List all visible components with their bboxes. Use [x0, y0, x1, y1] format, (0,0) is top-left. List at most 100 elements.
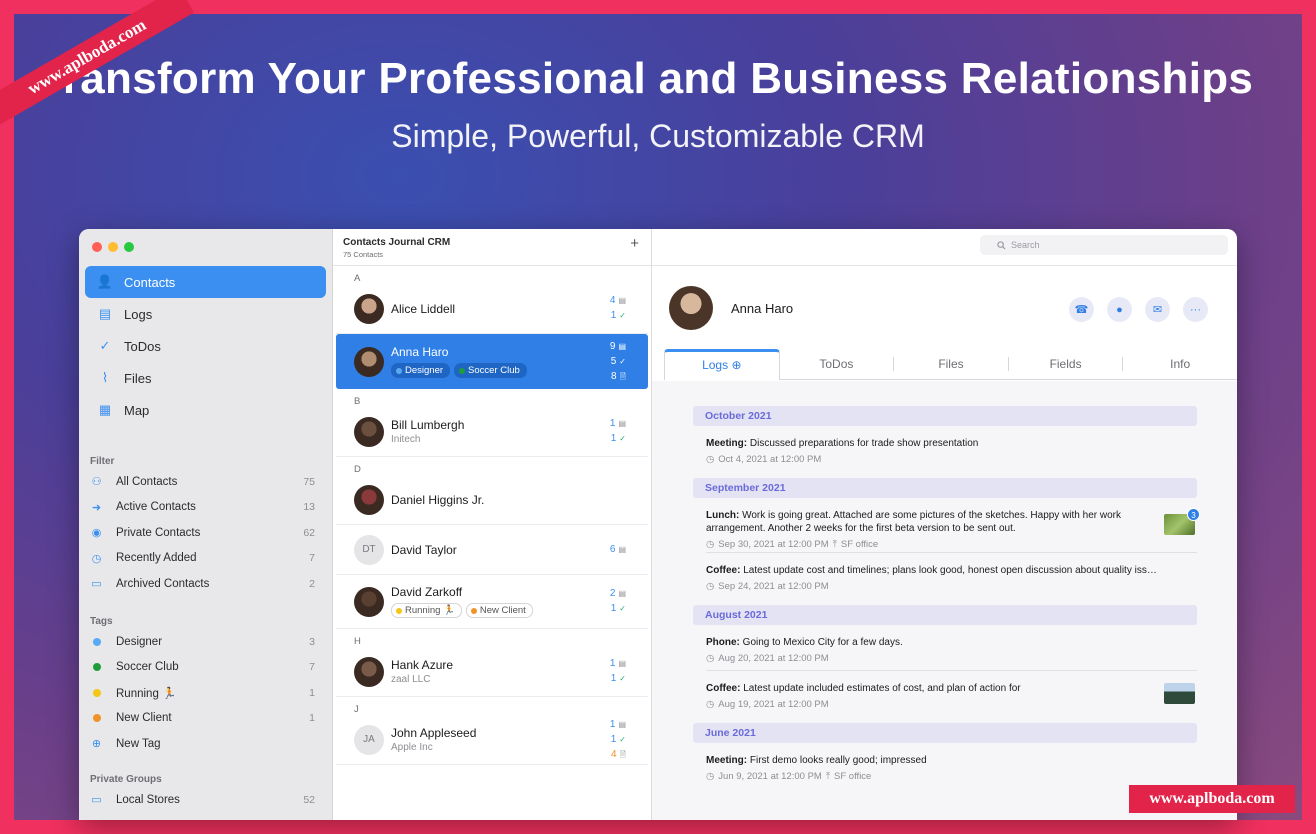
- todo-count: 1 ✓: [610, 603, 626, 614]
- tag-chip[interactable]: New Client: [465, 603, 533, 618]
- log-entry[interactable]: Meeting: Discussed preparations for trad…: [706, 426, 1197, 472]
- log-meta: ◷ Oct 4, 2021 at 12:00 PM: [706, 454, 1197, 465]
- nav-item-logs[interactable]: ▤ Logs: [85, 298, 326, 330]
- contact-row-john-appleseed[interactable]: JA John Appleseed Apple Inc 1 ▤ 1 ✓ 4 🗎: [336, 715, 648, 765]
- contact-counts: 4 ▤ 1 ✓: [610, 294, 626, 323]
- contact-row-anna-haro[interactable]: Anna Haro Designer Soccer Club 9 ▤ 5 ✓ 8 🗎: [336, 334, 648, 389]
- tab-info[interactable]: Info: [1123, 349, 1237, 379]
- log-entry[interactable]: Coffee: Latest update included estimates…: [706, 671, 1197, 717]
- tag-soccer-club[interactable]: Soccer Club 7: [90, 655, 315, 681]
- clock-icon: ◷: [706, 653, 715, 664]
- month-header: August 2021: [693, 605, 1197, 625]
- log-type: Coffee:: [706, 565, 741, 576]
- log-entry[interactable]: Lunch: Work is going great. Attached are…: [706, 498, 1200, 553]
- todo-count: 5 ✓: [610, 355, 626, 367]
- zoom-window-button[interactable]: [124, 242, 134, 252]
- section-letter: J: [354, 704, 359, 715]
- contact-row-hank-azure[interactable]: Hank Azure zaal LLC 1 ▤ 1 ✓: [336, 647, 648, 697]
- filter-count: 62: [303, 526, 315, 539]
- log-entry[interactable]: Meeting: First demo looks really good; i…: [706, 743, 1197, 789]
- filter-label: All Contacts: [116, 475, 178, 488]
- tag-chip[interactable]: Designer: [391, 363, 451, 378]
- add-contact-button[interactable]: +: [630, 235, 639, 252]
- search-input[interactable]: Search: [980, 235, 1228, 255]
- tag-color-dot: [90, 635, 103, 648]
- nav-item-map[interactable]: ▦ Map: [85, 394, 326, 426]
- log-date: Sep 24, 2021 at 12:00 PM: [718, 581, 829, 592]
- section-letter: D: [354, 464, 361, 475]
- tag-chip-label: New Client: [479, 605, 526, 616]
- todo-icon: ✓: [619, 311, 626, 320]
- filter-archived-contacts[interactable]: ▭ Archived Contacts 2: [90, 571, 315, 597]
- document-icon: ▤: [98, 306, 112, 321]
- tags-section-title: Tags: [90, 616, 113, 627]
- phone-icon[interactable]: ☎: [1069, 297, 1094, 322]
- message-icon[interactable]: ●: [1107, 297, 1132, 322]
- contact-row-david-zarkoff[interactable]: David Zarkoff Running 🏃 New Client 2 ▤ 1 ✓: [336, 575, 648, 629]
- file-icon: 🗎: [619, 371, 626, 381]
- tag-new-client[interactable]: New Client 1: [90, 706, 315, 732]
- minimize-window-button[interactable]: [108, 242, 118, 252]
- section-letter: A: [354, 273, 361, 284]
- nav-item-contacts[interactable]: 👤 Contacts: [85, 266, 326, 298]
- nav-item-todos[interactable]: ✓ ToDos: [85, 330, 326, 362]
- tab-files[interactable]: Files: [894, 349, 1008, 379]
- tab-todos[interactable]: ToDos: [780, 349, 894, 379]
- checkmark-circle-icon: ✓: [99, 338, 111, 353]
- log-icon: ▤: [618, 659, 626, 668]
- tag-running[interactable]: Running 🏃 1: [90, 680, 315, 706]
- people-icon: ⚇: [91, 476, 102, 489]
- tag-chip-label: Soccer Club: [468, 365, 520, 376]
- tag-chip[interactable]: Soccer Club: [454, 363, 527, 378]
- log-text: Phone: Going to Mexico City for a few da…: [706, 636, 1197, 649]
- filter-private-contacts[interactable]: ◉ Private Contacts 62: [90, 520, 315, 546]
- contact-row-david-taylor[interactable]: DT David Taylor 6 ▤: [336, 525, 648, 575]
- contact-list: A Alice Liddell 4 ▤ 1 ✓ Anna Haro Designer Socce…: [333, 266, 651, 765]
- log-entry[interactable]: Phone: Going to Mexico City for a few da…: [706, 625, 1197, 671]
- filter-recently-added[interactable]: ◷ Recently Added 7: [90, 546, 315, 572]
- log-body: Latest update included estimates of cost…: [743, 683, 1021, 694]
- todo-count: 1 ✓: [610, 310, 626, 321]
- contact-counts: 6 ▤: [610, 543, 626, 557]
- tab-logs[interactable]: Logs ⊕: [664, 349, 780, 380]
- contact-row-bill-lumbergh[interactable]: Bill Lumbergh Initech 1 ▤ 1 ✓: [336, 407, 648, 457]
- more-icon[interactable]: ···: [1183, 297, 1208, 322]
- add-log-icon[interactable]: ⊕: [728, 358, 741, 372]
- clock-icon: ◷: [91, 552, 102, 565]
- new-tag-button[interactable]: ⊕ New Tag: [90, 731, 315, 757]
- contact-counts: 2 ▤ 1 ✓: [610, 587, 626, 616]
- person-circle-icon: ◉: [91, 527, 102, 540]
- attachment-thumbnail[interactable]: 3: [1164, 508, 1200, 535]
- contact-row-daniel-higgins-jr[interactable]: Daniel Higgins Jr.: [336, 475, 648, 525]
- log-entry[interactable]: Coffee: Latest update cost and timelines…: [706, 553, 1197, 599]
- nav-item-label: Map: [124, 402, 150, 418]
- filter-active-contacts[interactable]: ➜ Active Contacts 13: [90, 495, 315, 521]
- tag-count: 3: [309, 635, 315, 648]
- todo-icon: ✓: [619, 434, 626, 443]
- tab-label: Files: [938, 357, 964, 371]
- contact-row-alice-liddell[interactable]: Alice Liddell 4 ▤ 1 ✓: [336, 284, 648, 334]
- contact-avatar: [354, 416, 384, 447]
- close-window-button[interactable]: [92, 242, 102, 252]
- group-local-stores[interactable]: ▭ Local Stores 52: [90, 787, 315, 813]
- filter-label: Private Contacts: [116, 526, 201, 539]
- contact-list-header: Contacts Journal CRM 75 Contacts +: [333, 229, 651, 266]
- todo-icon: ✓: [619, 674, 626, 683]
- attachment-thumbnail[interactable]: [1164, 683, 1195, 704]
- tag-designer[interactable]: Designer 3: [90, 629, 315, 655]
- log-text: Coffee: Latest update cost and timelines…: [706, 564, 1197, 577]
- filter-label: Recently Added: [116, 552, 197, 565]
- tab-fields[interactable]: Fields: [1009, 349, 1123, 379]
- filter-label: Archived Contacts: [116, 577, 210, 590]
- mail-icon[interactable]: ✉: [1145, 297, 1170, 322]
- nav-item-files[interactable]: ⌇ Files: [85, 362, 326, 394]
- log-type: Lunch:: [706, 510, 740, 521]
- todo-count: 1 ✓: [610, 733, 626, 745]
- contact-counts: 9 ▤ 5 ✓ 8 🗎: [610, 340, 626, 384]
- filter-all-contacts[interactable]: ⚇ All Contacts 75: [90, 469, 315, 495]
- log-meta: ◷ Sep 24, 2021 at 12:00 PM: [706, 581, 1197, 592]
- tag-chip[interactable]: Running 🏃: [391, 603, 462, 618]
- group-list: ▭ Local Stores 52: [90, 787, 315, 813]
- contact-avatar: [354, 586, 384, 617]
- todo-icon: ✓: [619, 356, 626, 366]
